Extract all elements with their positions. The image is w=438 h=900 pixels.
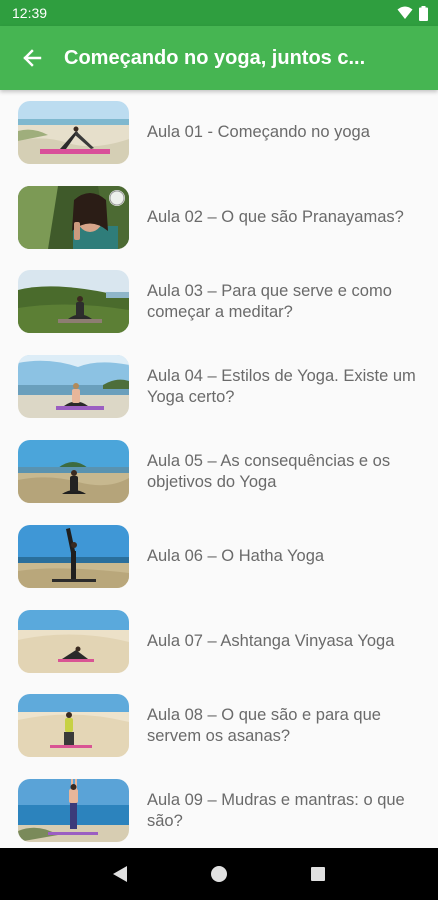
status-bar: 12:39 — [0, 0, 438, 26]
nav-recents-button[interactable] — [298, 854, 338, 894]
lesson-title: Aula 06 – O Hatha Yoga — [147, 546, 325, 565]
system-nav-bar — [0, 848, 438, 900]
lesson-item-08[interactable]: Aula 08 – O que são e para que servem os… — [0, 684, 438, 769]
lesson-title: Aula 02 – O que são Pranayamas? — [147, 207, 404, 226]
lesson-item-07[interactable]: Aula 07 – Ashtanga Vinyasa Yoga — [0, 599, 438, 684]
lesson-item-09[interactable]: Aula 09 – Mudras e mantras: o que são? — [0, 768, 438, 848]
lesson-title: Aula 07 – Ashtanga Vinyasa Yoga — [147, 631, 395, 650]
lesson-thumbnail — [18, 694, 129, 758]
wifi-icon — [397, 6, 413, 19]
lesson-title: Aula 09 – Mudras e mantras: o que são? — [147, 790, 405, 830]
lesson-title: Aula 04 – Estilos de Yoga. Existe um Yog… — [147, 366, 416, 406]
back-triangle-icon — [112, 866, 127, 882]
recents-square-icon — [311, 867, 326, 881]
nav-home-button[interactable] — [199, 854, 239, 894]
lesson-item-03[interactable]: Aula 03 – Para que serve e como começar … — [0, 260, 438, 345]
lesson-item-05[interactable]: Aula 05 – As consequências e os objetivo… — [0, 429, 438, 514]
lesson-thumbnail — [18, 355, 129, 419]
lesson-item-01[interactable]: Aula 01 - Começando no yoga — [0, 90, 438, 175]
home-circle-icon — [210, 866, 227, 882]
lesson-thumbnail — [18, 270, 129, 334]
lesson-thumbnail — [18, 440, 129, 504]
battery-icon — [419, 5, 428, 21]
lessons-list[interactable]: Aula 01 - Começando no yoga Aula 02 – O … — [0, 90, 438, 848]
nav-back-button[interactable] — [100, 854, 140, 894]
page-title: Começando no yoga, juntos c... — [64, 46, 366, 69]
lesson-title: Aula 08 – O que são e para que servem os… — [147, 705, 381, 745]
lesson-item-02[interactable]: Aula 02 – O que são Pranayamas? — [0, 175, 438, 260]
app-bar: Começando no yoga, juntos c... — [0, 26, 438, 90]
status-time: 12:39 — [12, 5, 48, 21]
lesson-thumbnail — [18, 609, 129, 673]
lesson-thumbnail — [18, 185, 129, 249]
lesson-title: Aula 03 – Para que serve e como começar … — [147, 281, 392, 321]
back-button[interactable] — [0, 26, 64, 90]
lesson-title: Aula 05 – As consequências e os objetivo… — [147, 451, 391, 491]
lesson-thumbnail — [18, 100, 129, 164]
status-icons — [397, 5, 428, 21]
lesson-thumbnail — [18, 779, 129, 843]
lesson-title: Aula 01 - Começando no yoga — [147, 122, 370, 141]
arrow-left-icon — [23, 49, 42, 67]
lesson-thumbnail — [18, 524, 129, 588]
lesson-item-06[interactable]: Aula 06 – O Hatha Yoga — [0, 514, 438, 599]
lesson-item-04[interactable]: Aula 04 – Estilos de Yoga. Existe um Yog… — [0, 344, 438, 429]
